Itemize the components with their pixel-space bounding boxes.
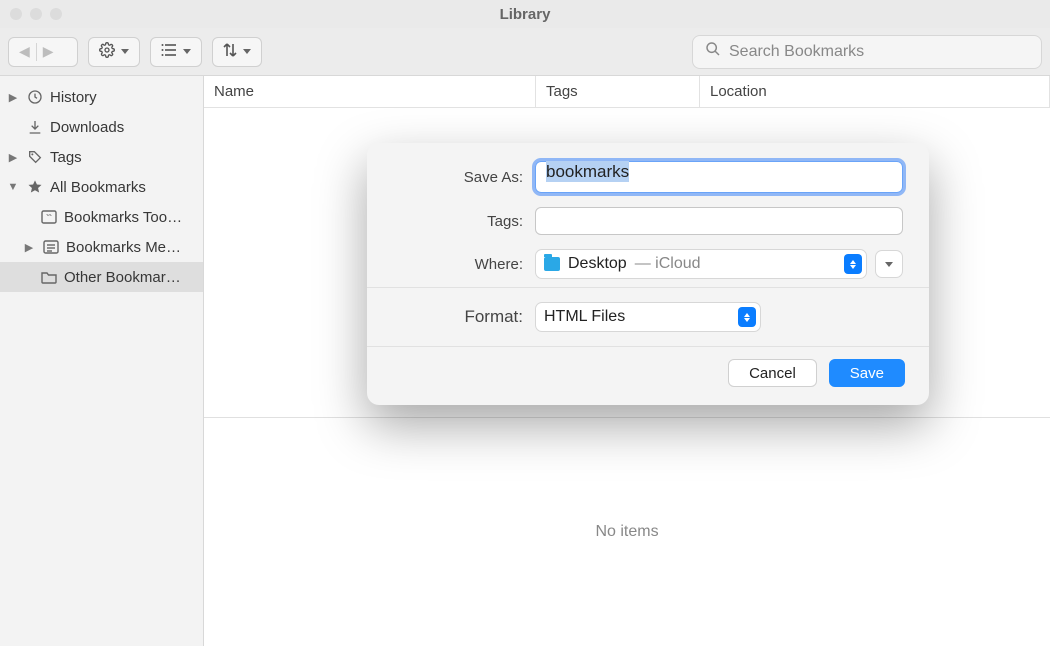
save-as-label: Save As:	[393, 169, 523, 186]
window-title: Library	[0, 6, 1050, 23]
column-header-tags[interactable]: Tags	[536, 76, 700, 107]
back-forward-button[interactable]: ◀ ▶	[8, 37, 78, 67]
where-select[interactable]: Desktop — iCloud	[535, 249, 867, 279]
format-label: Format:	[393, 307, 523, 327]
cancel-label: Cancel	[749, 365, 796, 382]
sidebar-item-tags[interactable]: ▶ Tags	[0, 142, 203, 172]
column-headers: Name Tags Location	[204, 76, 1050, 108]
disclosure-down-icon[interactable]: ▼	[6, 181, 20, 193]
detail-pane: No items	[204, 418, 1050, 646]
sidebar: ▶ History Downloads ▶ Tags ▼ All	[0, 76, 204, 646]
list-icon	[161, 43, 177, 60]
disclosure-right-icon[interactable]: ▶	[6, 151, 20, 164]
save-button[interactable]: Save	[829, 359, 905, 387]
tags-label: Tags:	[393, 213, 523, 230]
sidebar-item-label: Tags	[50, 149, 82, 166]
chevron-left-icon: ◀	[19, 43, 30, 60]
sidebar-item-other-bookmarks[interactable]: Other Bookmar…	[0, 262, 203, 292]
sidebar-item-bookmarks-toolbar[interactable]: Bookmarks Too…	[0, 202, 203, 232]
tag-icon	[26, 148, 44, 166]
titlebar: Library	[0, 0, 1050, 28]
chevron-right-icon: ▶	[43, 43, 54, 60]
chevron-down-icon	[243, 49, 251, 54]
sort-icon	[223, 42, 237, 61]
organize-menu-button[interactable]	[88, 37, 140, 67]
sidebar-item-downloads[interactable]: Downloads	[0, 112, 203, 142]
column-header-name[interactable]: Name	[204, 76, 536, 107]
sidebar-item-label: Bookmarks Too…	[64, 209, 182, 226]
chevron-down-icon	[121, 49, 129, 54]
sidebar-item-label: All Bookmarks	[50, 179, 146, 196]
search-icon	[705, 41, 721, 62]
select-stepper-icon	[844, 254, 862, 274]
sidebar-item-label: History	[50, 89, 97, 106]
save-as-input[interactable]: bookmarks	[535, 161, 903, 193]
where-label: Where:	[393, 256, 523, 273]
format-value: HTML Files	[544, 308, 625, 326]
sidebar-item-label: Downloads	[50, 119, 124, 136]
cancel-button[interactable]: Cancel	[728, 359, 817, 387]
search-input[interactable]: Search Bookmarks	[692, 35, 1042, 69]
folder-icon	[40, 268, 58, 286]
bookmark-menu-icon	[42, 238, 60, 256]
where-suffix: — iCloud	[635, 255, 701, 273]
gear-icon	[99, 42, 115, 61]
toolbar: ◀ ▶ Search Bookmarks	[0, 28, 1050, 76]
disclosure-right-icon[interactable]: ▶	[6, 91, 20, 104]
star-filled-icon	[26, 178, 44, 196]
tags-input[interactable]	[535, 207, 903, 235]
save-label: Save	[850, 365, 884, 382]
save-dialog: Save As: bookmarks Tags: Where: Desktop …	[367, 143, 929, 405]
chevron-down-icon	[885, 262, 893, 267]
download-icon	[26, 118, 44, 136]
sidebar-item-all-bookmarks[interactable]: ▼ All Bookmarks	[0, 172, 203, 202]
format-select[interactable]: HTML Files	[535, 302, 761, 332]
expand-browse-button[interactable]	[875, 250, 903, 278]
disclosure-right-icon[interactable]: ▶	[22, 241, 36, 254]
save-as-value: bookmarks	[546, 161, 629, 182]
sidebar-item-history[interactable]: ▶ History	[0, 82, 203, 112]
column-header-location[interactable]: Location	[700, 76, 1050, 107]
sidebar-item-bookmarks-menu[interactable]: ▶ Bookmarks Me…	[0, 232, 203, 262]
select-stepper-icon	[738, 307, 756, 327]
empty-message: No items	[595, 523, 658, 541]
folder-icon	[544, 257, 560, 271]
import-export-menu-button[interactable]	[212, 37, 262, 67]
sidebar-item-label: Bookmarks Me…	[66, 239, 181, 256]
sidebar-item-label: Other Bookmar…	[64, 269, 181, 286]
search-placeholder: Search Bookmarks	[729, 43, 864, 61]
bookmark-toolbar-icon	[40, 208, 58, 226]
views-menu-button[interactable]	[150, 37, 202, 67]
clock-icon	[26, 88, 44, 106]
chevron-down-icon	[183, 49, 191, 54]
where-folder: Desktop	[568, 255, 627, 273]
